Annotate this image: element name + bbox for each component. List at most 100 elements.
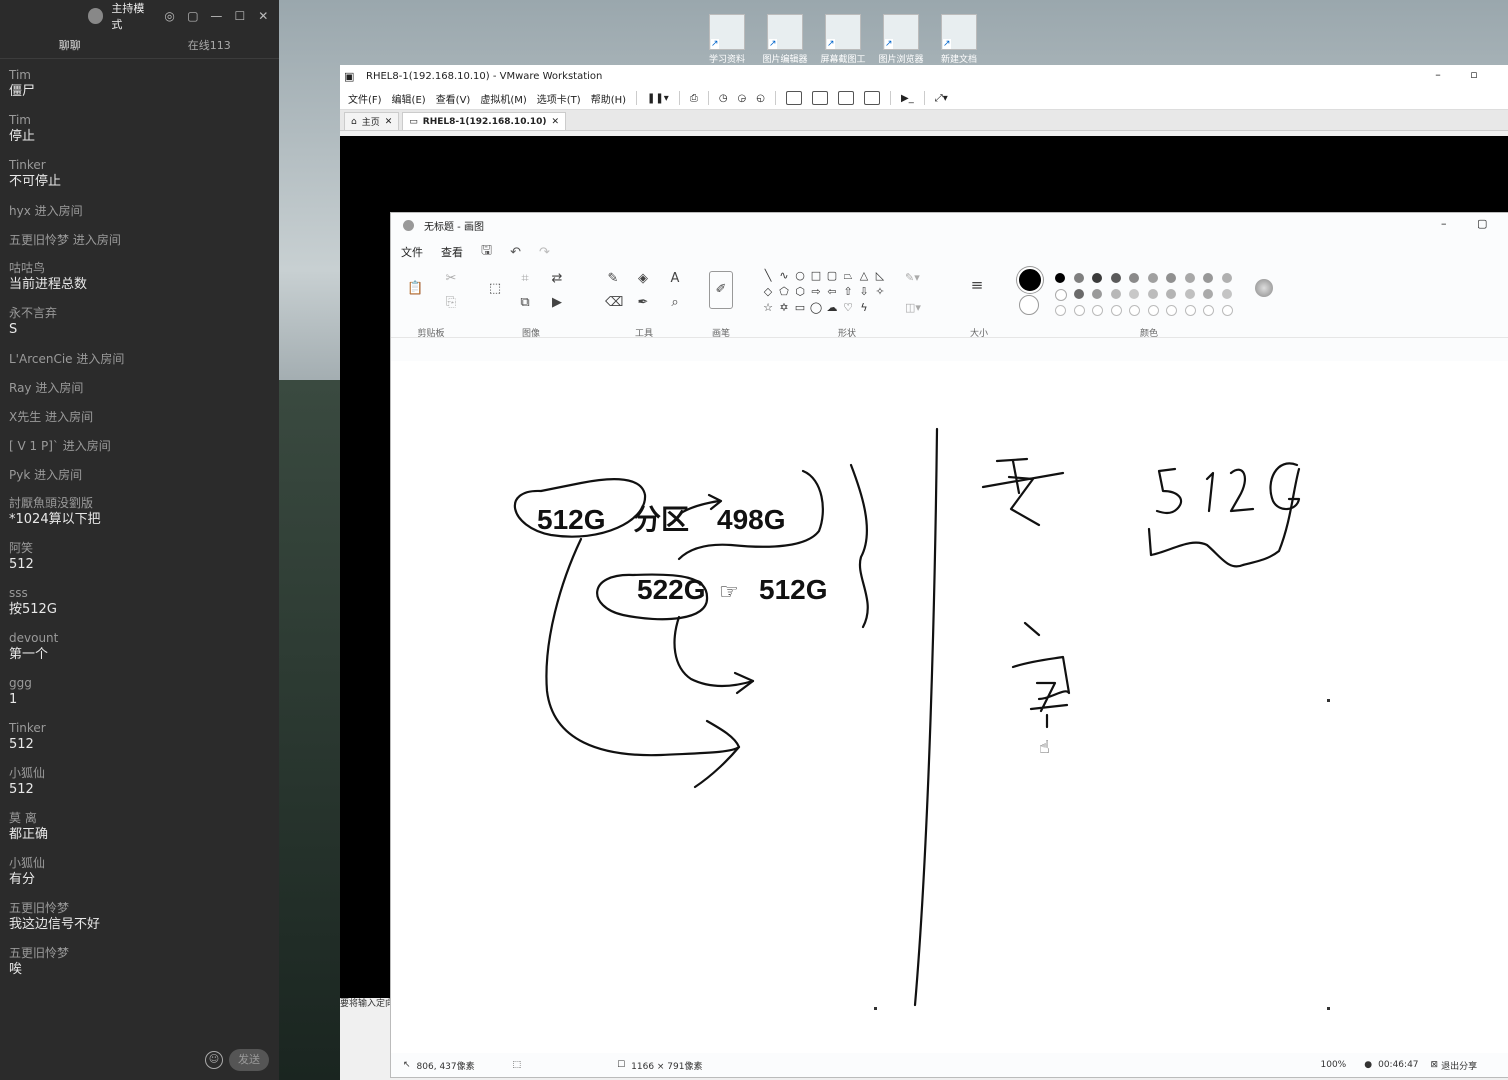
palette-color-swatch[interactable]	[1055, 273, 1065, 283]
close-icon[interactable]: ✕	[385, 117, 393, 127]
tab-chat[interactable]: 聊聊	[0, 37, 140, 53]
curve-shape-icon[interactable]: ∿	[777, 269, 791, 282]
send-keys-icon[interactable]: ⎙	[690, 93, 698, 104]
diamond-shape-icon[interactable]: ◇	[761, 285, 775, 298]
select-icon[interactable]: ⬚	[487, 281, 503, 297]
palette-color-swatch[interactable]	[1110, 289, 1121, 299]
rounded-rectangle-shape-icon[interactable]: ▢	[825, 269, 839, 282]
cut-icon[interactable]: ✂	[443, 271, 459, 287]
console-icon[interactable]: ▶_	[901, 93, 914, 104]
menu-edit[interactable]: 编辑(E)	[392, 91, 426, 106]
tab-online[interactable]: 在线113	[140, 37, 280, 53]
palette-color-swatch[interactable]	[1203, 305, 1214, 316]
outline-icon[interactable]: ✎▾	[905, 271, 920, 284]
line-size-icon[interactable]: ≡	[969, 277, 985, 293]
color-1-swatch[interactable]	[1017, 267, 1043, 293]
unity-icon[interactable]	[864, 91, 881, 105]
maximize-icon[interactable]: ▫	[1464, 68, 1484, 81]
palette-color-swatch[interactable]	[1184, 289, 1195, 299]
palette-color-swatch[interactable]	[1092, 273, 1102, 283]
redo-icon[interactable]: ↷	[539, 245, 550, 260]
resize-icon[interactable]: ⇄	[549, 271, 565, 287]
copy-icon[interactable]: ⎘	[443, 295, 459, 311]
fullscreen-icon[interactable]	[838, 91, 855, 105]
menu-view[interactable]: 查看	[441, 244, 463, 260]
palette-color-swatch[interactable]	[1221, 305, 1233, 316]
cloud-callout-shape-icon[interactable]: ☁	[825, 301, 839, 314]
arrow-right-shape-icon[interactable]: ⇨	[809, 285, 823, 298]
desktop-icon-shortcut[interactable]: 图片编辑器	[760, 14, 810, 65]
palette-color-swatch[interactable]	[1147, 273, 1158, 283]
maximize-icon[interactable]: ▢	[1477, 217, 1487, 230]
hexagon-shape-icon[interactable]: ⬡	[793, 285, 807, 298]
pause-icon[interactable]: ❚❚▾	[647, 93, 669, 104]
palette-color-swatch[interactable]	[1129, 305, 1140, 316]
palette-color-swatch[interactable]	[1221, 289, 1232, 299]
palette-color-swatch[interactable]	[1147, 289, 1158, 299]
eraser-icon[interactable]: ⌫	[605, 295, 623, 311]
library-icon[interactable]	[786, 91, 803, 105]
menu-help[interactable]: 帮助(H)	[591, 91, 626, 106]
brush-icon[interactable]: ✐	[709, 271, 733, 309]
fill-icon[interactable]: ◈	[635, 271, 651, 287]
desktop-icon-shortcut[interactable]: 学习资料	[702, 14, 752, 65]
desktop-icon-shortcut[interactable]: 图片浏览器	[876, 14, 926, 65]
minimize-icon[interactable]: –	[1441, 217, 1447, 230]
stretch-icon[interactable]: ⤢▾	[935, 93, 948, 104]
palette-color-swatch[interactable]	[1203, 273, 1213, 283]
maximize-icon[interactable]: ☐	[232, 9, 247, 23]
magnifier-icon[interactable]: ⌕	[667, 295, 683, 311]
color-2-swatch[interactable]	[1019, 295, 1039, 315]
six-point-star-shape-icon[interactable]: ✡	[777, 301, 791, 314]
revert-snapshot-icon[interactable]: ◶	[738, 93, 747, 104]
send-button[interactable]: 发送	[229, 1049, 269, 1071]
right-triangle-shape-icon[interactable]: ◺	[873, 269, 887, 282]
thumbnail-icon[interactable]	[812, 91, 829, 105]
exit-share-button[interactable]: 退出分享	[1441, 1059, 1477, 1072]
arrow-left-shape-icon[interactable]: ⇦	[825, 285, 839, 298]
tab-vm[interactable]: ▭ RHEL8-1(192.168.10.10) ✕	[402, 112, 567, 130]
close-icon[interactable]: ✕	[552, 117, 560, 127]
crop-icon[interactable]: ⌗	[517, 271, 533, 287]
minimize-icon[interactable]: —	[209, 9, 224, 23]
minimize-icon[interactable]: –	[1428, 68, 1448, 81]
text-icon[interactable]: A	[667, 271, 683, 287]
emoji-icon[interactable]: ☺	[205, 1051, 223, 1069]
palette-color-swatch[interactable]	[1184, 273, 1195, 283]
triangle-shape-icon[interactable]: △	[857, 269, 871, 282]
polygon-shape-icon[interactable]: ⏢	[841, 269, 855, 283]
palette-color-swatch[interactable]	[1055, 305, 1066, 316]
palette-color-swatch[interactable]	[1129, 273, 1139, 283]
arrow-up-shape-icon[interactable]: ⇧	[841, 285, 855, 298]
palette-color-swatch[interactable]	[1221, 273, 1232, 283]
star-shape-icon[interactable]: ☆	[761, 301, 775, 314]
oval-callout-shape-icon[interactable]: ◯	[809, 301, 823, 314]
palette-color-swatch[interactable]	[1129, 289, 1139, 299]
edit-colors-icon[interactable]	[1255, 279, 1273, 297]
arrow-down-shape-icon[interactable]: ⇩	[857, 285, 871, 298]
shape-fill-icon[interactable]: ◫▾	[905, 301, 921, 314]
palette-color-swatch[interactable]	[1092, 305, 1103, 316]
callout-shape-icon[interactable]: ▭	[793, 301, 807, 314]
menu-vm[interactable]: 虚拟机(M)	[480, 91, 526, 106]
menu-file[interactable]: 文件	[401, 244, 423, 260]
snapshot-icon[interactable]: ◷	[719, 93, 728, 104]
desktop-icon-shortcut[interactable]: 新建文档	[934, 14, 984, 65]
palette-color-swatch[interactable]	[1147, 305, 1159, 316]
rotate-icon[interactable]: ▶	[549, 295, 565, 311]
save-icon[interactable]: 🖫	[481, 241, 492, 263]
window-icon[interactable]: ▢	[185, 9, 200, 23]
undo-icon[interactable]: ↶	[510, 245, 521, 260]
image-select-icon[interactable]: ⧉	[517, 295, 533, 311]
drawing-canvas[interactable]: 512G 分区 498G 522G 512G ☞ ☝	[391, 361, 1508, 1054]
lightning-shape-icon[interactable]: ϟ	[857, 301, 871, 314]
heart-shape-icon[interactable]: ♡	[841, 301, 855, 314]
menu-file[interactable]: 文件(F)	[348, 91, 382, 106]
menu-tabs[interactable]: 选项卡(T)	[537, 91, 581, 106]
line-shape-icon[interactable]: ╲	[761, 269, 775, 282]
palette-color-swatch[interactable]	[1166, 289, 1176, 299]
tab-home[interactable]: ⌂ 主页 ✕	[344, 112, 400, 130]
oval-shape-icon[interactable]: ○	[793, 269, 807, 282]
palette-color-swatch[interactable]	[1110, 273, 1121, 283]
palette-color-swatch[interactable]	[1203, 289, 1213, 299]
